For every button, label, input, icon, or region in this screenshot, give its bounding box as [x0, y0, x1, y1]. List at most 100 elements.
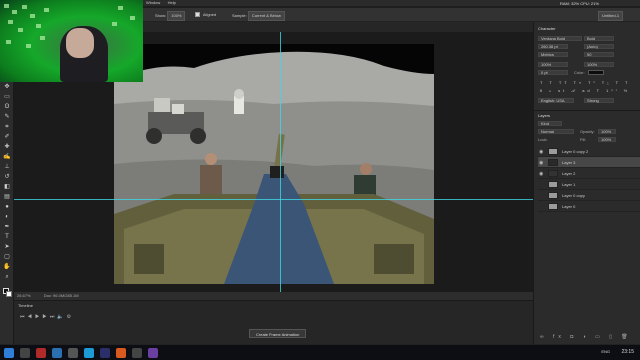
- panel-divider: [534, 110, 640, 111]
- leading-field[interactable]: (Auto): [584, 44, 614, 49]
- layer-row-selected[interactable]: ◉ Layer 3: [538, 157, 640, 168]
- zoom-level[interactable]: 26.67%: [17, 293, 31, 298]
- aligned-checkbox[interactable]: [195, 12, 200, 18]
- text-color-swatch[interactable]: [588, 70, 604, 75]
- layer-name: Layer 0 copy 2: [562, 149, 589, 154]
- layer-row[interactable]: Layer 0: [538, 201, 640, 212]
- playback-controls[interactable]: ⏮◀▶▶⏭🔈⚙: [20, 314, 74, 320]
- app-icon[interactable]: [116, 348, 126, 358]
- font-family-dropdown[interactable]: Verdana Bold: [538, 36, 582, 41]
- hand-tool-icon[interactable]: ✋: [3, 264, 11, 271]
- app-icon[interactable]: [68, 348, 78, 358]
- text-style-buttons[interactable]: T T TT Tᴛ T¹ T₁ T T: [540, 80, 631, 85]
- tracking-field[interactable]: 50: [584, 52, 614, 57]
- baseline-field[interactable]: 0 pt: [538, 70, 568, 75]
- webcam-overlay: [0, 0, 143, 82]
- start-icon[interactable]: [4, 348, 14, 358]
- app-icon[interactable]: [36, 348, 46, 358]
- aligned-label: Aligned: [202, 12, 217, 17]
- menu-help[interactable]: Help: [168, 0, 176, 6]
- taskbar: ENG 23:15: [0, 344, 640, 360]
- status-bar: 26.67% Doc: 96.0M/285.1M: [14, 292, 533, 300]
- canvas-image: [114, 44, 434, 284]
- clone-stamp-tool-icon[interactable]: ⊥: [3, 164, 11, 171]
- zoom-tool-icon[interactable]: ⌕: [3, 274, 11, 281]
- eraser-tool-icon[interactable]: ◧: [3, 184, 11, 191]
- eye-icon[interactable]: ◉: [539, 149, 543, 155]
- layer-thumbnail: [548, 148, 558, 155]
- create-frame-animation-button[interactable]: Create Frame Animation: [249, 329, 307, 338]
- color-label: Color:: [574, 70, 585, 75]
- language-dropdown[interactable]: English: USA: [538, 98, 574, 103]
- layer-footer-buttons[interactable]: ∞ fx ◘ ◑ ▭ ▯ 🗑: [540, 334, 632, 340]
- layer-thumbnail: [548, 170, 558, 177]
- layer-thumbnail: [548, 203, 558, 210]
- lasso-tool-icon[interactable]: ʘ: [3, 104, 11, 111]
- blend-mode-dropdown[interactable]: Normal: [538, 129, 574, 134]
- background-color-swatch[interactable]: [6, 291, 12, 297]
- history-brush-tool-icon[interactable]: ↺: [3, 174, 11, 181]
- vertical-guide[interactable]: [280, 32, 281, 292]
- marquee-tool-icon[interactable]: ▭: [3, 94, 11, 101]
- document-dropdown[interactable]: Untitled-1: [598, 11, 624, 21]
- fill-field[interactable]: 100%: [598, 137, 616, 142]
- move-tool-icon[interactable]: ✥: [3, 84, 11, 91]
- lock-label: Lock:: [538, 137, 548, 142]
- app-icon[interactable]: [52, 348, 62, 358]
- app-icon[interactable]: [148, 348, 158, 358]
- timeline-title: Timeline: [18, 303, 33, 308]
- sample-label: Sample:: [232, 13, 247, 18]
- dodge-tool-icon[interactable]: ◐: [3, 214, 11, 221]
- layer-kind-filter[interactable]: Kind: [538, 121, 562, 126]
- antialias-dropdown[interactable]: Strong: [584, 98, 614, 103]
- layer-name: Layer 3: [562, 160, 576, 165]
- document-tab-bar: [143, 22, 533, 32]
- font-size-field[interactable]: 260.38 pt: [538, 44, 568, 49]
- photoshop-icon[interactable]: [100, 348, 110, 358]
- right-panels: Character Verdana Bold Bold 260.38 pt (A…: [533, 22, 640, 344]
- menu-window[interactable]: Window: [146, 0, 160, 6]
- document-canvas[interactable]: [114, 44, 434, 284]
- timeline-panel: Timeline ⏮◀▶▶⏭🔈⚙ Create Frame Animation: [14, 300, 533, 344]
- layer-name: Layer 0: [562, 204, 576, 209]
- opentype-buttons[interactable]: ﬁ ℴ st 𝒜 ad T 1ˢᵗ ½: [540, 88, 630, 93]
- system-stats: RAM: 32% CPU: 21%: [560, 1, 599, 6]
- layer-row[interactable]: Layer 1: [538, 179, 640, 190]
- gradient-tool-icon[interactable]: ▤: [3, 194, 11, 201]
- type-tool-icon[interactable]: T: [3, 234, 11, 241]
- eye-icon[interactable]: ◉: [539, 171, 543, 177]
- eyedropper-tool-icon[interactable]: ✐: [3, 134, 11, 141]
- layer-thumbnail: [548, 192, 558, 199]
- app-icon[interactable]: [84, 348, 94, 358]
- vertical-scale-field[interactable]: 100%: [538, 62, 568, 67]
- pen-tool-icon[interactable]: ✒: [3, 224, 11, 231]
- horizontal-guide[interactable]: [14, 199, 533, 200]
- horizontal-scale-field[interactable]: 100%: [584, 62, 614, 67]
- layers-panel-title: Layers: [538, 113, 551, 118]
- quick-select-tool-icon[interactable]: ✎: [3, 114, 11, 121]
- language-indicator[interactable]: ENG: [601, 349, 610, 354]
- path-select-tool-icon[interactable]: ➤: [3, 244, 11, 251]
- layer-row[interactable]: ◉ Layer 2: [538, 168, 640, 179]
- show-label: Show:: [155, 13, 167, 18]
- layer-name: Layer 2: [562, 171, 576, 176]
- eye-icon[interactable]: ◉: [539, 160, 543, 166]
- show-dropdown[interactable]: 100%: [167, 11, 186, 21]
- layer-thumbnail: [548, 159, 558, 166]
- astronaut-image: [234, 89, 244, 114]
- layer-row[interactable]: ◉ Layer 0 copy 2: [538, 146, 640, 157]
- opacity-field[interactable]: 100%: [598, 129, 616, 134]
- blur-tool-icon[interactable]: ●: [3, 204, 11, 211]
- crop-tool-icon[interactable]: ⌗: [3, 124, 11, 131]
- clock[interactable]: 23:15: [621, 349, 634, 355]
- font-style-dropdown[interactable]: Bold: [584, 36, 614, 41]
- search-icon[interactable]: [20, 348, 30, 358]
- fill-label: Fill:: [580, 137, 587, 142]
- brush-tool-icon[interactable]: ✍: [3, 154, 11, 161]
- sample-dropdown[interactable]: Current & Below: [247, 11, 285, 21]
- layer-row[interactable]: Layer 0 copy: [538, 190, 640, 201]
- shape-tool-icon[interactable]: ▢: [3, 254, 11, 261]
- app-icon[interactable]: [132, 348, 142, 358]
- kerning-field[interactable]: Metrics: [538, 52, 568, 57]
- healing-tool-icon[interactable]: ✚: [3, 144, 11, 151]
